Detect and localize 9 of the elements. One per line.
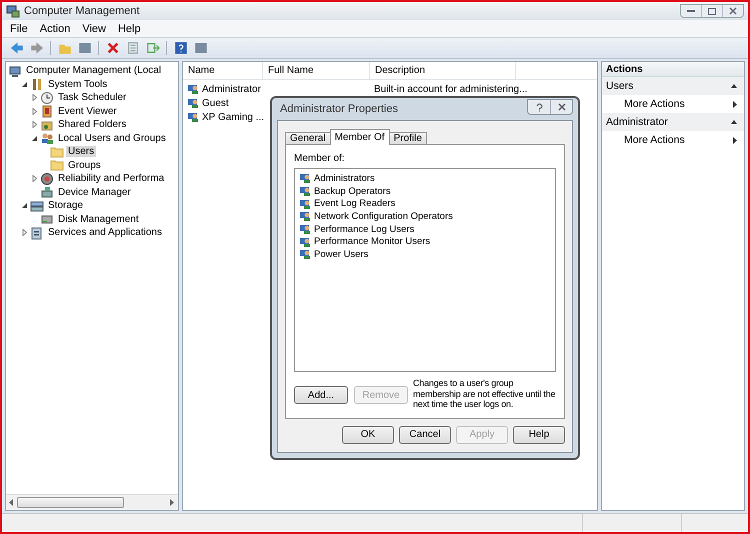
list-label: Member of:: [294, 153, 346, 164]
actions-header: Actions: [602, 62, 744, 77]
user-name: XP Gaming ...: [202, 112, 264, 122]
window-title: Computer Management: [24, 5, 140, 17]
membership-note: Changes to a user's group membership are not effective until the next time the user logs on.: [413, 378, 556, 410]
user-name: Guest: [202, 98, 229, 108]
dialog-title: Administrator Properties: [280, 103, 398, 115]
user-name: Administrator: [202, 84, 261, 94]
description: Built-in account for administering...: [374, 84, 528, 94]
